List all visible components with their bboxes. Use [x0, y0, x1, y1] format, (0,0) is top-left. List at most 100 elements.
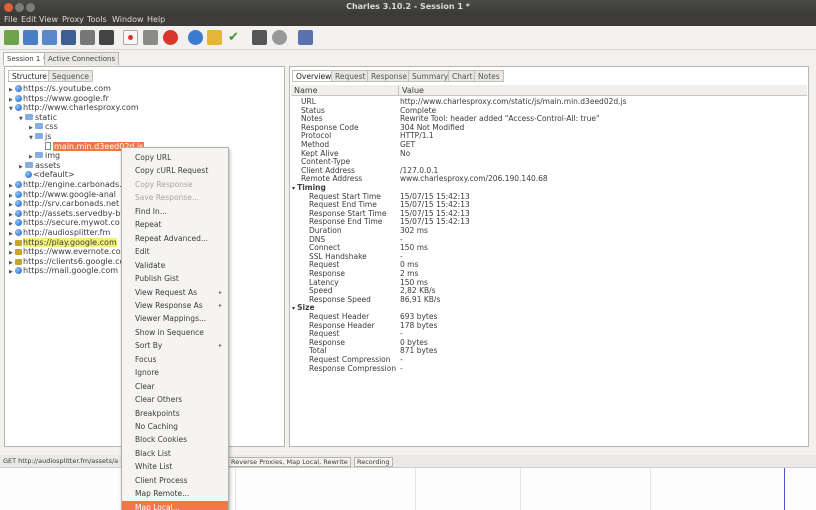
tree-row[interactable]: ▼ js — [29, 132, 51, 142]
cart-icon[interactable] — [298, 30, 313, 45]
menu-edit[interactable]: Edit — [21, 15, 37, 24]
menu-help[interactable]: Help — [147, 15, 165, 24]
trash-icon[interactable] — [80, 30, 95, 45]
recording-status[interactable]: Recording — [354, 457, 393, 467]
tree-row[interactable]: ▶ https://mail.google.com — [9, 266, 118, 276]
tab-chart[interactable]: Chart — [448, 70, 477, 82]
tab-structure[interactable]: Structure — [8, 70, 51, 82]
tree-row[interactable]: ▶ css — [29, 122, 58, 132]
tab-active-connections[interactable]: Active Connections — [44, 52, 120, 65]
menu-item-client-process[interactable]: Client Process — [122, 474, 228, 487]
tree-row[interactable]: ▶ img — [29, 151, 60, 161]
menu-item-label: Find In... — [135, 206, 167, 216]
tree-row[interactable]: ▶ https://secure.mywot.co — [9, 218, 120, 228]
menu-item-copy-response: Copy Response — [122, 178, 228, 191]
edit-icon[interactable] — [207, 30, 222, 45]
column-header-value[interactable]: Value — [398, 85, 807, 96]
find-icon[interactable] — [99, 30, 114, 45]
folder-icon — [25, 113, 33, 120]
save-icon[interactable] — [61, 30, 76, 45]
menu-item-edit[interactable]: Edit — [122, 245, 228, 258]
overview-table: URL http://www.charlesproxy.com/static/js… — [290, 97, 807, 438]
tools-icon[interactable] — [252, 30, 267, 45]
tree-row[interactable]: ▶ assets — [19, 161, 60, 171]
menu-item-label: Publish Gist — [135, 274, 179, 284]
menu-item-clear-others[interactable]: Clear Others — [122, 393, 228, 406]
tree-row[interactable]: ▶ https://www.evernote.co — [9, 247, 121, 257]
breakpoints-icon[interactable] — [163, 30, 178, 45]
menu-item-sort-by[interactable]: Sort By ▸ — [122, 339, 228, 352]
tree-row[interactable]: ▶ http://www.google-anal — [9, 190, 116, 200]
tree-row-label: js — [45, 132, 52, 141]
menu-window[interactable]: Window — [112, 15, 144, 24]
menu-item-no-caching[interactable]: No Caching — [122, 420, 228, 433]
menu-item-breakpoints[interactable]: Breakpoints — [122, 407, 228, 420]
menu-item-map-local[interactable]: Map Local... — [122, 500, 228, 510]
menu-item-clear[interactable]: Clear — [122, 380, 228, 393]
tree-row[interactable]: ▼ http://www.charlesproxy.com — [9, 103, 139, 113]
menu-file[interactable]: File — [4, 15, 17, 24]
menu-item-viewer-mappings[interactable]: Viewer Mappings... — [122, 312, 228, 325]
field-value: www.charlesproxy.com/206.190.140.68 — [400, 174, 548, 184]
menu-item-label: Sort By — [135, 341, 163, 351]
menu-tools[interactable]: Tools — [87, 15, 107, 24]
menu-item-map-remote[interactable]: Map Remote... — [122, 487, 228, 500]
menu-item-white-list[interactable]: White List — [122, 460, 228, 473]
tree-row[interactable]: ▶ https://s.youtube.com — [9, 84, 111, 94]
refresh-icon[interactable] — [188, 30, 203, 45]
throttle-icon[interactable] — [143, 30, 158, 45]
clear-icon[interactable] — [42, 30, 57, 45]
new-session-icon[interactable] — [4, 30, 19, 45]
tree-row[interactable]: ▶ http://assets.servedby-bu — [9, 209, 125, 219]
tab-notes[interactable]: Notes — [474, 70, 504, 82]
menu-item-copy-url[interactable]: Copy URL — [122, 151, 228, 164]
tree-row-label: <default> — [33, 170, 75, 180]
menu-item-block-cookies[interactable]: Block Cookies — [122, 433, 228, 446]
tab-response[interactable]: Response — [367, 70, 412, 82]
column-header-name[interactable]: Name — [291, 85, 398, 96]
menu-item-label: Repeat — [135, 220, 162, 230]
menu-item-ignore[interactable]: Ignore — [122, 366, 228, 379]
menu-item-view-request-as[interactable]: View Request As ▸ — [122, 286, 228, 299]
menu-item-label: No Caching — [135, 422, 178, 431]
settings-icon[interactable] — [272, 30, 287, 45]
tab-sequence[interactable]: Sequence — [48, 70, 93, 82]
tree-row[interactable]: ▶ http://srv.carbonads.net — [9, 199, 119, 209]
menu-item-publish-gist[interactable]: Publish Gist — [122, 272, 228, 285]
menu-item-repeat-advanced[interactable]: Repeat Advanced... — [122, 232, 228, 245]
menu-item-label: White List — [135, 462, 173, 472]
collapse-arrow-icon[interactable]: ▼ — [9, 104, 15, 114]
open-icon[interactable] — [23, 30, 38, 45]
tab-request[interactable]: Request — [331, 70, 370, 82]
menu-bar: File Edit View Proxy Tools Window Help — [0, 14, 816, 26]
menu-item-focus[interactable]: Focus — [122, 353, 228, 366]
menu-item-copy-curl-request[interactable]: Copy cURL Request — [122, 164, 228, 177]
tree-row[interactable]: ▶ https://play.google.com — [9, 237, 117, 248]
validate-icon[interactable]: ✔ — [226, 30, 241, 45]
tree-row[interactable]: ▼ static — [19, 113, 57, 123]
menu-item-validate[interactable]: Validate — [122, 259, 228, 272]
menu-proxy[interactable]: Proxy — [62, 15, 84, 24]
menu-item-show-in-sequence[interactable]: Show in Sequence — [122, 326, 228, 339]
menu-item-view-response-as[interactable]: View Response As ▸ — [122, 299, 228, 312]
tree-row-label: css — [45, 122, 58, 132]
status-text: GET http://audiosplitter.fm/assets/a — [3, 457, 119, 465]
tree-row[interactable]: ▶ http://audiosplitter.fm — [9, 228, 110, 238]
tab-summary[interactable]: Summary — [408, 70, 453, 82]
tools-status[interactable]: Reverse Proxies, Map Local, Rewrite — [228, 457, 351, 467]
tab-overview[interactable]: Overview — [292, 70, 336, 82]
menu-item-repeat[interactable]: Repeat — [122, 218, 228, 231]
tree-row-label: https://www.evernote.co — [23, 247, 121, 257]
lock-icon — [15, 249, 22, 256]
tree-row[interactable]: ▶ https://www.google.fr — [9, 94, 109, 104]
tree-row[interactable]: <default> — [19, 170, 75, 180]
menu-item-black-list[interactable]: Black List — [122, 447, 228, 460]
menu-view[interactable]: View — [39, 15, 58, 24]
record-icon[interactable] — [123, 30, 138, 45]
tree-row-label: http://www.google-anal — [23, 189, 117, 199]
tree-row[interactable]: ▶ https://clients6.google.co — [9, 257, 124, 267]
menu-item-label: Show in Sequence — [135, 327, 204, 337]
tree-row[interactable]: ▶ http://engine.carbonads. — [9, 180, 122, 190]
globe-icon — [15, 104, 22, 112]
menu-item-find-in[interactable]: Find In... — [122, 205, 228, 218]
